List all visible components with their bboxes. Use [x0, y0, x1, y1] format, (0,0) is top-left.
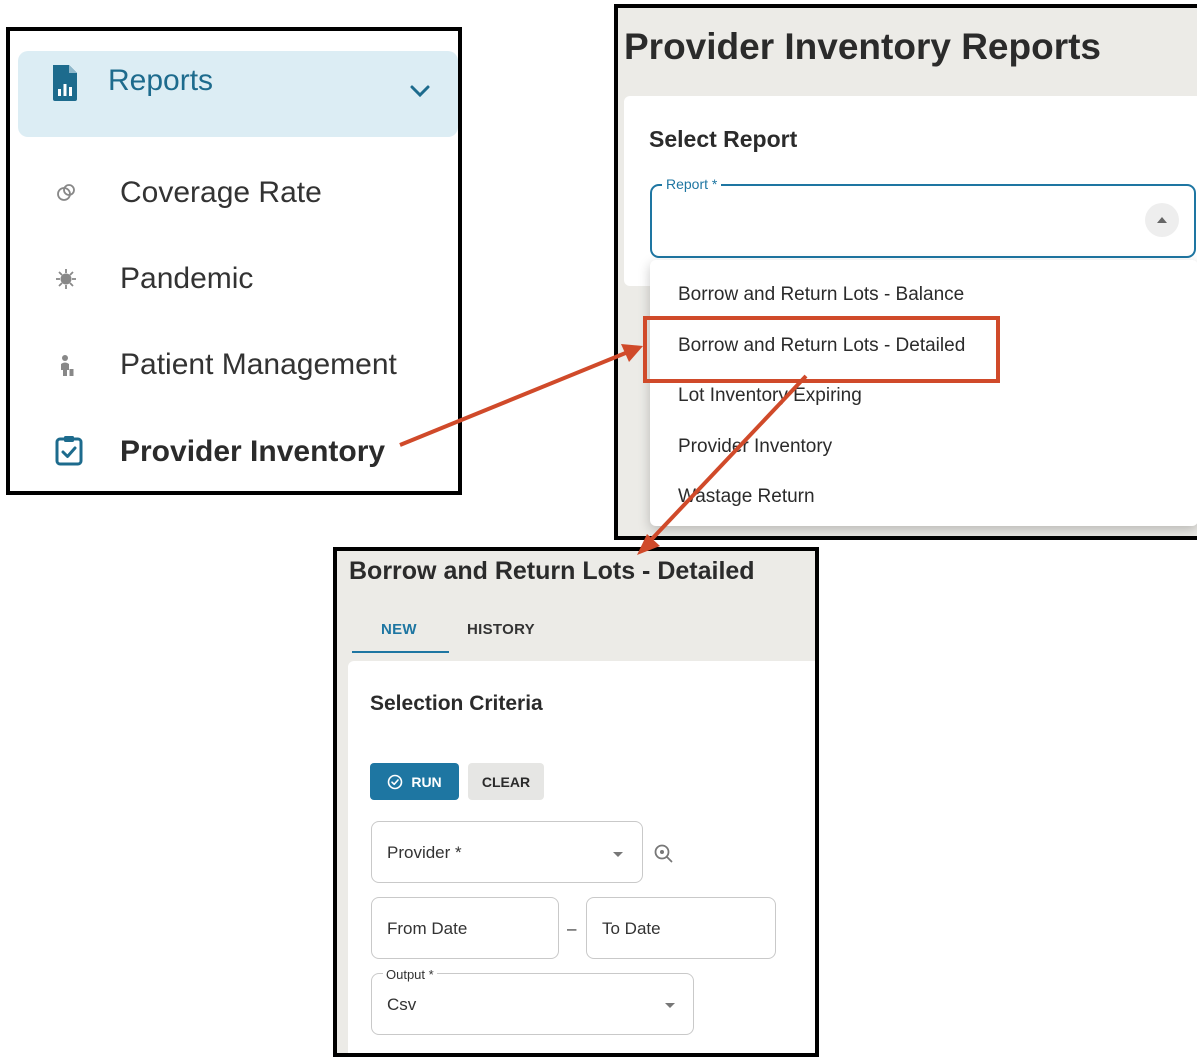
- check-circle-icon: [388, 774, 403, 789]
- report-title: Borrow and Return Lots - Detailed: [349, 557, 755, 585]
- coverage-icon: [57, 184, 75, 201]
- patient-icon: [61, 355, 74, 376]
- output-label: Output *: [383, 967, 437, 982]
- output-select[interactable]: [371, 973, 694, 1035]
- tab-history[interactable]: HISTORY: [467, 621, 535, 638]
- reports-panel: Provider Inventory Reports Select Report…: [614, 4, 1197, 540]
- caret-up-icon: [1157, 217, 1167, 223]
- highlight-box: [643, 316, 1000, 383]
- from-date-placeholder: From Date: [387, 919, 468, 938]
- report-select-label: Report *: [662, 176, 722, 192]
- nav-item-provider-inventory[interactable]: Provider Inventory: [120, 432, 385, 472]
- report-option[interactable]: Provider Inventory: [678, 434, 832, 460]
- select-report-heading: Select Report: [649, 126, 798, 152]
- chevron-down-icon[interactable]: [408, 83, 432, 99]
- virus-icon: [56, 269, 76, 289]
- clipboard-check-icon: [55, 436, 83, 466]
- search-icon[interactable]: [653, 843, 675, 865]
- report-option[interactable]: Lot Inventory Expiring: [678, 383, 862, 409]
- run-button-label: RUN: [411, 773, 442, 790]
- clear-button-label: CLEAR: [481, 773, 531, 790]
- selection-criteria-heading: Selection Criteria: [370, 692, 543, 715]
- output-value: Csv: [387, 995, 417, 1014]
- report-document-icon: [53, 65, 77, 101]
- page-title: Provider Inventory Reports: [624, 26, 1102, 67]
- report-detail-panel: Borrow and Return Lots - Detailed NEW HI…: [333, 547, 819, 1057]
- tab-new[interactable]: NEW: [381, 621, 417, 638]
- nav-reports-label: Reports: [108, 64, 214, 97]
- caret-down-icon: [665, 1003, 675, 1008]
- run-button[interactable]: RUN: [370, 763, 459, 800]
- report-select-toggle[interactable]: [1145, 203, 1179, 237]
- navigation-panel: Reports Coverage Rate Pandemic Patient M…: [6, 27, 462, 495]
- caret-down-icon: [613, 852, 623, 857]
- nav-item-pandemic[interactable]: Pandemic: [120, 259, 253, 299]
- active-tab-indicator: [352, 651, 449, 653]
- report-option[interactable]: Wastage Return: [678, 484, 815, 510]
- report-select[interactable]: [650, 184, 1196, 258]
- nav-item-patient-management[interactable]: Patient Management: [120, 345, 397, 385]
- report-option[interactable]: Borrow and Return Lots - Balance: [678, 282, 964, 308]
- nav-reports-section[interactable]: [18, 51, 458, 137]
- clear-button[interactable]: CLEAR: [468, 763, 544, 800]
- to-date-placeholder: To Date: [602, 919, 661, 938]
- date-separator: –: [567, 919, 577, 938]
- provider-placeholder: Provider *: [387, 843, 462, 862]
- nav-item-coverage-rate[interactable]: Coverage Rate: [120, 173, 322, 213]
